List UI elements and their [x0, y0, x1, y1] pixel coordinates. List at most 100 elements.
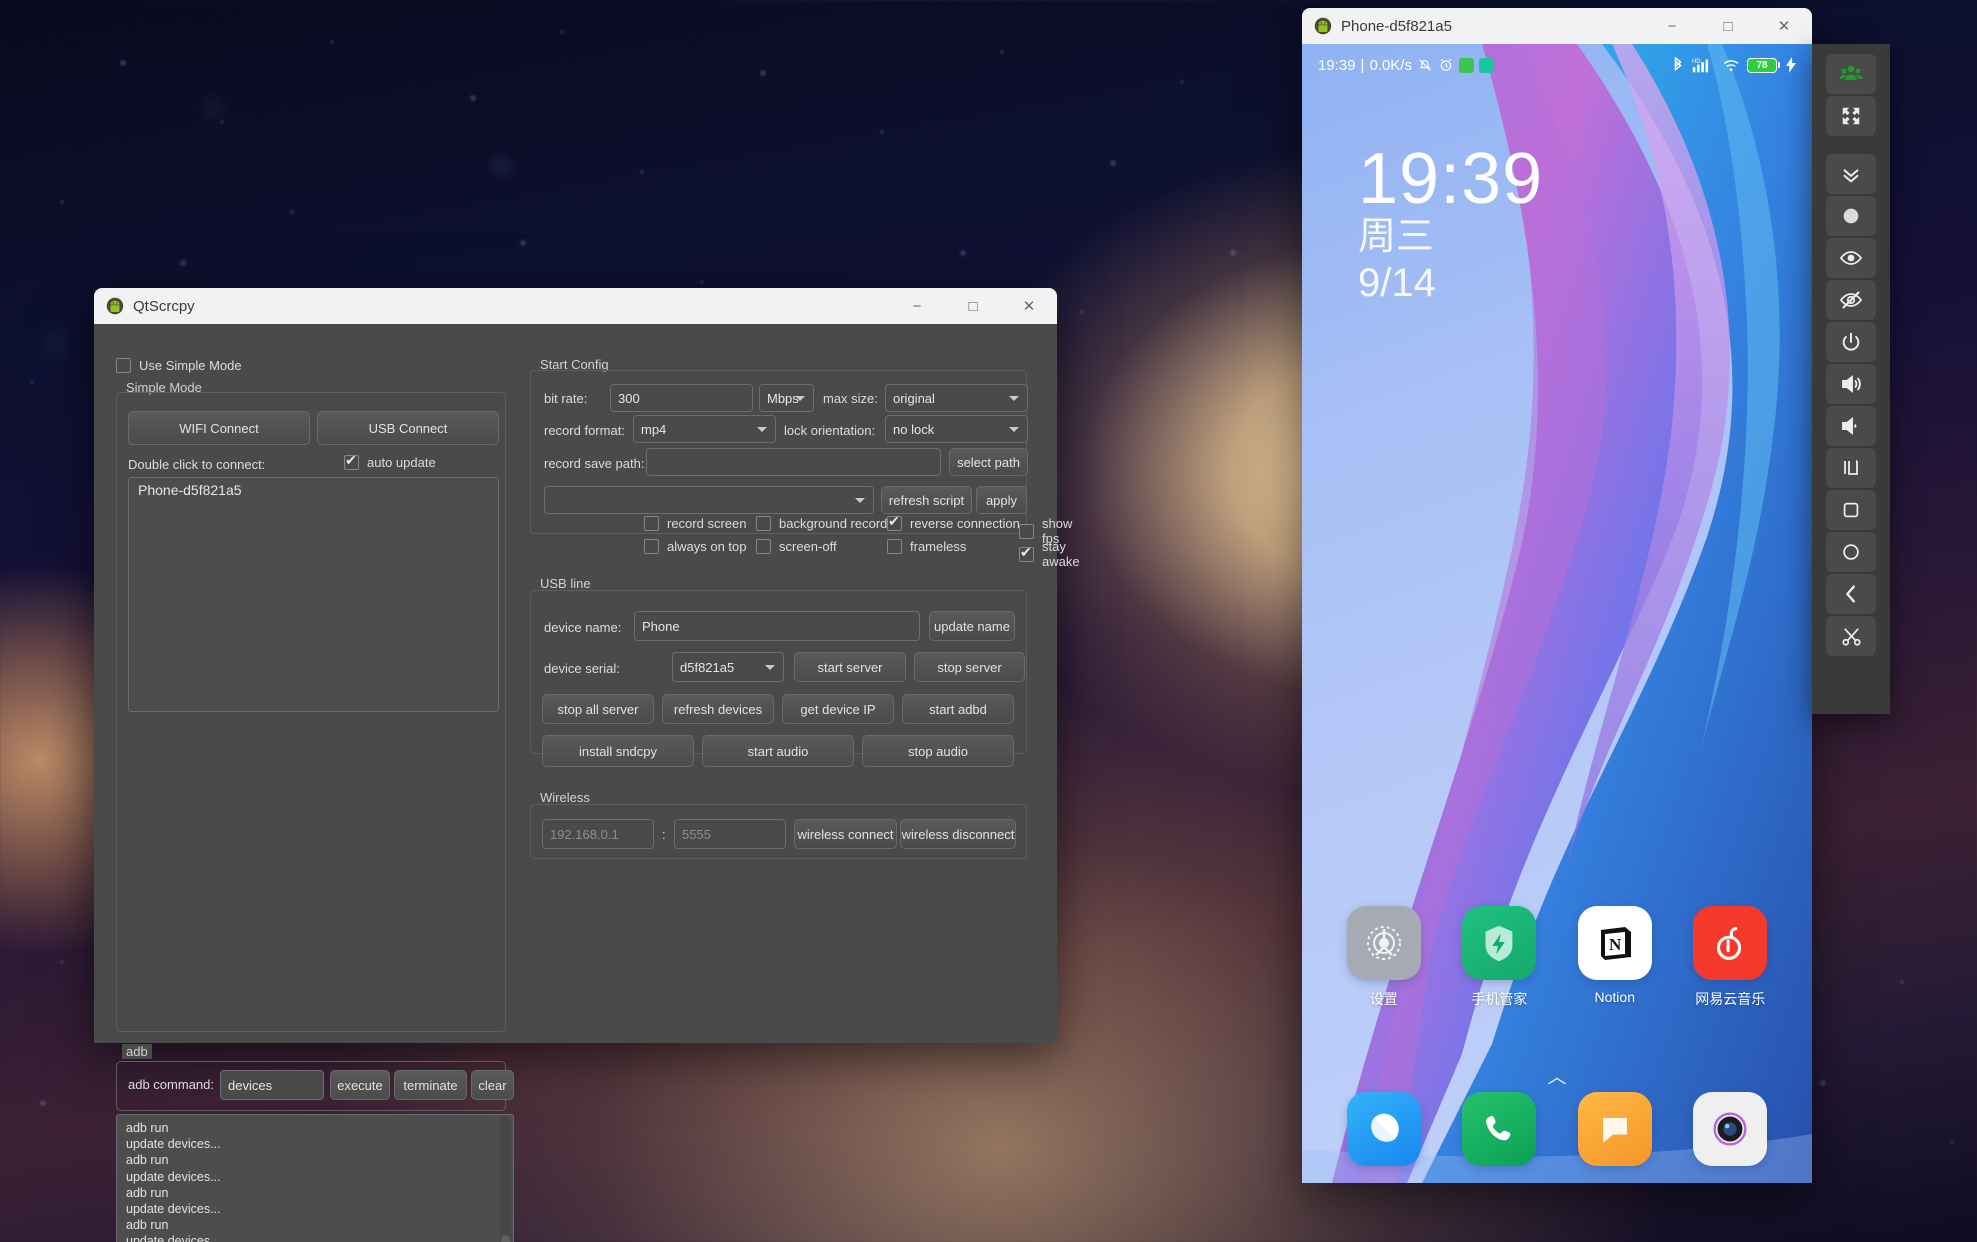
bit-rate-input[interactable]: 300: [610, 384, 753, 412]
checkbox-box: [644, 516, 659, 531]
bit-rate-unit-select[interactable]: Mbps: [759, 384, 814, 412]
qtscrcpy-titlebar[interactable]: QtScrcpy − □ ✕: [94, 288, 1057, 324]
start-server-button[interactable]: start server: [794, 652, 906, 682]
adb-log-lines: adb run update devices... adb run update…: [126, 1121, 221, 1242]
screenshot-icon[interactable]: [1826, 616, 1876, 656]
usb-connect-button[interactable]: USB Connect: [317, 411, 499, 445]
page-indicator[interactable]: ︿: [1302, 1062, 1812, 1089]
adb-log-output[interactable]: adb run update devices... adb run update…: [116, 1114, 514, 1242]
stay-awake-checkbox[interactable]: stay awake: [1019, 539, 1080, 569]
device-serial-select[interactable]: d5f821a5: [672, 652, 784, 682]
stop-all-server-button[interactable]: stop all server: [542, 694, 654, 724]
camera-lens-icon[interactable]: [1693, 1092, 1768, 1166]
volume-up-icon[interactable]: [1826, 364, 1876, 404]
always-on-top-checkbox[interactable]: always on top: [644, 539, 747, 554]
phone-titlebar[interactable]: Phone-d5f821a5 − □ ✕: [1302, 8, 1812, 44]
stop-audio-button[interactable]: stop audio: [862, 735, 1014, 767]
wifi-connect-button[interactable]: WIFI Connect: [128, 411, 310, 445]
use-simple-mode-checkbox[interactable]: Use Simple Mode: [116, 358, 242, 373]
lock-orientation-select[interactable]: no lock: [885, 415, 1028, 443]
statusbar-left: 19:39 | 0.0K/s: [1318, 57, 1494, 74]
screen-off-label: screen-off: [779, 539, 837, 554]
auto-update-label: auto update: [367, 455, 436, 470]
get-device-ip-button[interactable]: get device IP: [782, 694, 894, 724]
device-name-label: device name:: [544, 620, 622, 635]
lock-orientation-label: lock orientation:: [784, 423, 876, 438]
home-icon[interactable]: [1826, 490, 1876, 530]
maximize-button[interactable]: □: [945, 288, 1001, 324]
execute-button[interactable]: execute: [330, 1070, 390, 1100]
install-sndcpy-button[interactable]: install sndcpy: [542, 735, 694, 767]
auto-update-checkbox[interactable]: auto update: [344, 452, 436, 470]
maximize-button[interactable]: □: [1700, 8, 1756, 44]
stay-awake-label: stay awake: [1042, 539, 1080, 569]
minimize-button[interactable]: −: [889, 288, 945, 324]
apply-button[interactable]: apply: [976, 486, 1027, 514]
phone-handset-icon[interactable]: [1462, 1092, 1537, 1166]
app-notion[interactable]: N Notion: [1567, 906, 1663, 1009]
qtscrcpy-window: QtScrcpy − □ ✕ Use Simple Mode Simple Mo…: [94, 288, 1080, 1242]
close-button[interactable]: ✕: [1001, 288, 1057, 324]
app-label: 网易云音乐: [1695, 991, 1766, 1007]
touch-switch-icon[interactable]: [1826, 196, 1876, 236]
log-scrollbar[interactable]: [500, 1117, 511, 1242]
scrollbar-thumb[interactable]: [501, 1235, 510, 1242]
expand-notification-icon[interactable]: [1826, 154, 1876, 194]
device-name-input[interactable]: Phone: [634, 611, 920, 641]
record-save-path-input[interactable]: [646, 448, 941, 476]
phone-screen[interactable]: 19:39 | 0.0K/s HD 78 19:39 周三 9/14 设置 手机…: [1302, 44, 1812, 1183]
wireless-separator: :: [662, 827, 666, 842]
start-audio-button[interactable]: start audio: [702, 735, 854, 767]
fullscreen-icon[interactable]: [1826, 96, 1876, 136]
app-netease-music[interactable]: 网易云音乐: [1682, 906, 1778, 1009]
script-select[interactable]: [544, 486, 874, 514]
mute-bell-icon: [1419, 59, 1431, 71]
screen-off-checkbox[interactable]: screen-off: [756, 539, 837, 554]
refresh-devices-button[interactable]: refresh devices: [662, 694, 774, 724]
group-control-icon[interactable]: [1826, 54, 1876, 94]
stop-server-button[interactable]: stop server: [914, 652, 1025, 682]
app-switch-icon[interactable]: [1826, 448, 1876, 488]
checkbox-box: [644, 539, 659, 554]
wireless-disconnect-button[interactable]: wireless disconnect: [900, 819, 1016, 849]
checkbox-box: [756, 516, 771, 531]
wireless-port-input[interactable]: 5555: [674, 819, 786, 849]
show-touches-icon[interactable]: [1826, 238, 1876, 278]
back-icon[interactable]: [1826, 574, 1876, 614]
record-format-select[interactable]: mp4: [633, 415, 776, 443]
device-list[interactable]: Phone-d5f821a5: [128, 477, 499, 712]
record-format-label: record format:: [544, 423, 625, 438]
power-icon[interactable]: [1826, 322, 1876, 362]
message-icon[interactable]: [1577, 1092, 1652, 1166]
app-settings[interactable]: 设置: [1336, 906, 1432, 1009]
hide-touches-icon[interactable]: [1826, 280, 1876, 320]
app-security[interactable]: 手机管家: [1451, 906, 1547, 1009]
clock-widget[interactable]: 19:39 周三 9/14: [1358, 143, 1543, 306]
background-record-checkbox[interactable]: background record: [756, 516, 887, 531]
minimize-button[interactable]: −: [1644, 8, 1700, 44]
refresh-script-button[interactable]: refresh script: [881, 486, 972, 514]
terminate-button[interactable]: terminate: [394, 1070, 467, 1100]
clock-weekday: 周三: [1358, 216, 1435, 258]
app-label: Notion: [1594, 989, 1635, 1005]
chevron-down-icon: [855, 498, 865, 503]
wireless-ip-input[interactable]: 192.168.0.1: [542, 819, 654, 849]
browser-icon[interactable]: [1346, 1092, 1421, 1166]
adb-command-input[interactable]: devices: [220, 1070, 324, 1100]
clear-button[interactable]: clear: [471, 1070, 514, 1100]
menu-circle-icon[interactable]: [1826, 532, 1876, 572]
update-name-button[interactable]: update name: [929, 611, 1015, 641]
chevron-down-icon: [1009, 396, 1019, 401]
frameless-label: frameless: [910, 539, 967, 554]
list-item[interactable]: Phone-d5f821a5: [129, 478, 498, 502]
record-screen-checkbox[interactable]: record screen: [644, 516, 746, 531]
reverse-connection-checkbox[interactable]: reverse connection: [887, 513, 1020, 531]
wireless-connect-button[interactable]: wireless connect: [794, 819, 897, 849]
select-path-button[interactable]: select path: [949, 448, 1028, 476]
close-button[interactable]: ✕: [1756, 8, 1812, 44]
frameless-checkbox[interactable]: frameless: [887, 539, 966, 554]
max-size-select[interactable]: original: [885, 384, 1028, 412]
clock-date: 9/14: [1358, 261, 1436, 305]
volume-down-icon[interactable]: [1826, 406, 1876, 446]
start-adbd-button[interactable]: start adbd: [902, 694, 1014, 724]
